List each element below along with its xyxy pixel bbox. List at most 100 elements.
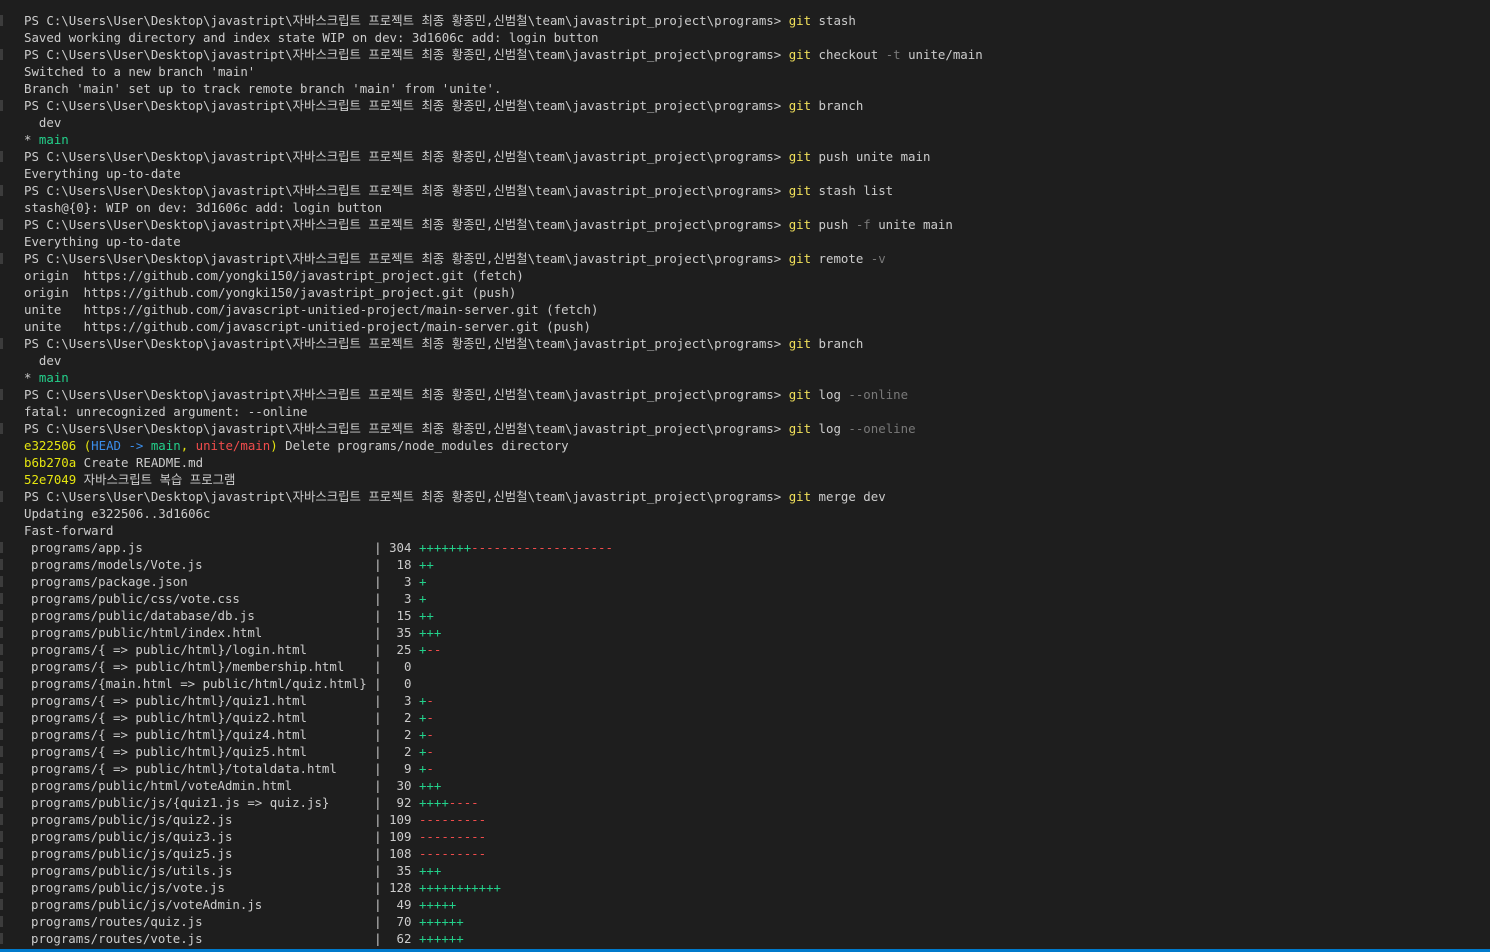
- diffstat-count: 0: [389, 659, 412, 674]
- diffstat-space: [411, 608, 418, 623]
- line-gutter-mark: [0, 423, 3, 434]
- line-gutter-mark: [0, 593, 3, 604]
- command-name: git: [788, 149, 812, 164]
- line-gutter-mark: [0, 746, 3, 757]
- diffstat-count: 109: [389, 812, 412, 827]
- output-line: origin https://github.com/yongki150/java…: [0, 284, 1490, 301]
- line-gutter-mark: [0, 678, 3, 689]
- line-gutter-mark: [0, 814, 3, 825]
- diffstat-separator: |: [307, 642, 390, 657]
- line-gutter-mark: [0, 49, 3, 60]
- diffstat-separator: |: [232, 829, 390, 844]
- line-gutter-mark: [0, 253, 3, 264]
- diffstat-separator: |: [202, 914, 390, 929]
- log-segment: 자바스크립트 복습 프로그램: [76, 472, 236, 487]
- diffstat-count: 25: [389, 642, 412, 657]
- terminal-output[interactable]: PS C:\Users\User\Desktop\javastript\자바스크…: [0, 12, 1490, 947]
- diffstat-file: programs/public/css/vote.css: [31, 591, 240, 606]
- output-text: dev: [24, 353, 62, 368]
- diffstat-count: 2: [389, 710, 412, 725]
- command-arg: log: [811, 387, 849, 402]
- shell-prompt: PS C:\Users\User\Desktop\javastript\자바스크…: [24, 47, 789, 62]
- line-gutter-mark: [0, 610, 3, 621]
- diffstat-file: programs/public/js/vote.js: [31, 880, 225, 895]
- command-arg: log: [811, 421, 849, 436]
- line-gutter-mark: [0, 15, 3, 26]
- log-segment: main: [150, 438, 181, 453]
- command-line: PS C:\Users\User\Desktop\javastript\자바스크…: [0, 182, 1490, 199]
- command-arg: unite/main: [900, 47, 983, 62]
- command-name: git: [788, 421, 812, 436]
- diffstat-plus: +++++: [418, 897, 457, 912]
- output-text: Everything up-to-date: [24, 166, 181, 181]
- command-line: PS C:\Users\User\Desktop\javastript\자바스크…: [0, 148, 1490, 165]
- diffstat-space: [411, 642, 418, 657]
- diffstat-file: programs/models/Vote.js: [31, 557, 203, 572]
- command-flag: -f: [855, 217, 871, 232]
- log-segment: HEAD ->: [91, 438, 151, 453]
- diffstat-minus: -: [426, 744, 434, 759]
- shell-prompt: PS C:\Users\User\Desktop\javastript\자바스크…: [24, 421, 789, 436]
- line-gutter-mark: [0, 848, 3, 859]
- diffstat-line: programs/public/js/quiz2.js | 109 ------…: [0, 811, 1490, 828]
- diffstat-file: programs/public/js/voteAdmin.js: [31, 897, 263, 912]
- diffstat-plus: +++: [418, 863, 442, 878]
- diffstat-plus: ++++++: [418, 914, 464, 929]
- diffstat-file: programs/package.json: [31, 574, 188, 589]
- output-text: Switched to a new branch 'main': [24, 64, 256, 79]
- diffstat-file: programs/{ => public/html}/membership.ht…: [31, 659, 345, 674]
- line-gutter-mark: [0, 644, 3, 655]
- diffstat-file: programs/routes/vote.js: [31, 931, 203, 946]
- diffstat-line: programs/public/js/{quiz1.js => quiz.js}…: [0, 794, 1490, 811]
- current-branch-marker: *: [24, 370, 39, 385]
- diffstat-file: programs/public/js/quiz3.js: [31, 829, 233, 844]
- command-arg: checkout: [811, 47, 886, 62]
- command-name: git: [788, 13, 812, 28]
- output-text: origin https://github.com/yongki150/java…: [24, 285, 517, 300]
- diffstat-separator: |: [142, 540, 390, 555]
- diffstat-separator: |: [292, 778, 390, 793]
- diffstat-space: [411, 591, 418, 606]
- output-text: Everything up-to-date: [24, 234, 181, 249]
- diffstat-separator: |: [254, 608, 390, 623]
- diffstat-minus: -: [426, 693, 434, 708]
- branch-name: main: [38, 132, 69, 147]
- output-line: Everything up-to-date: [0, 165, 1490, 182]
- diffstat-separator: |: [336, 761, 390, 776]
- line-gutter-mark: [0, 542, 3, 553]
- output-line: Switched to a new branch 'main': [0, 63, 1490, 80]
- line-gutter-mark: [0, 338, 3, 349]
- diffstat-separator: |: [224, 880, 390, 895]
- diffstat-line: programs/public/js/quiz3.js | 109 ------…: [0, 828, 1490, 845]
- shell-prompt: PS C:\Users\User\Desktop\javastript\자바스크…: [24, 149, 789, 164]
- diffstat-file: programs/public/js/utils.js: [31, 863, 233, 878]
- shell-prompt: PS C:\Users\User\Desktop\javastript\자바스크…: [24, 183, 789, 198]
- line-gutter-mark: [0, 559, 3, 570]
- diffstat-space: [411, 761, 418, 776]
- diffstat-separator: |: [307, 727, 390, 742]
- command-line: PS C:\Users\User\Desktop\javastript\자바스크…: [0, 46, 1490, 63]
- diffstat-line: programs/{ => public/html}/login.html | …: [0, 641, 1490, 658]
- output-text: unite https://github.com/javascript-unit…: [24, 319, 591, 334]
- diffstat-space: [411, 778, 418, 793]
- diffstat-count: 15: [389, 608, 412, 623]
- diffstat-file: programs/{ => public/html}/login.html: [31, 642, 308, 657]
- diffstat-plus: +++: [418, 778, 442, 793]
- diffstat-count: 62: [389, 931, 412, 946]
- diffstat-line: programs/{ => public/html}/membership.ht…: [0, 658, 1490, 675]
- diffstat-count: 128: [389, 880, 412, 895]
- command-line: PS C:\Users\User\Desktop\javastript\자바스크…: [0, 97, 1490, 114]
- output-text: Updating e322506..3d1606c: [24, 506, 211, 521]
- diffstat-count: 0: [389, 676, 412, 691]
- diffstat-line: programs/{ => public/html}/quiz4.html | …: [0, 726, 1490, 743]
- line-gutter-mark: [0, 491, 3, 502]
- line-gutter-mark: [0, 899, 3, 910]
- diffstat-separator: |: [232, 846, 390, 861]
- line-gutter-mark: [0, 712, 3, 723]
- log-segment: [76, 438, 83, 453]
- diffstat-minus: ---------: [418, 812, 487, 827]
- diffstat-plus: +++: [418, 625, 442, 640]
- diffstat-count: 109: [389, 829, 412, 844]
- output-line: * main: [0, 131, 1490, 148]
- diffstat-line: programs/{main.html => public/html/quiz.…: [0, 675, 1490, 692]
